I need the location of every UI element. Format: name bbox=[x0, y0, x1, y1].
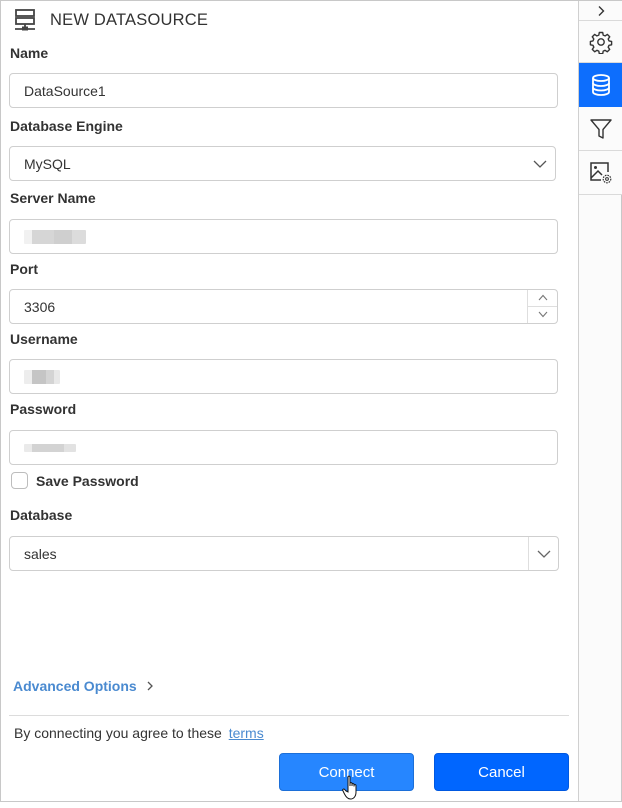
chevron-right-icon bbox=[598, 5, 604, 16]
terms-link[interactable]: terms bbox=[229, 725, 264, 741]
username-redacted-value bbox=[24, 369, 60, 384]
username-label: Username bbox=[10, 331, 78, 347]
port-spinner bbox=[527, 290, 557, 323]
chevron-down-icon bbox=[533, 160, 547, 168]
port-decrement-button[interactable] bbox=[528, 307, 557, 324]
cancel-button[interactable]: Cancel bbox=[434, 753, 569, 791]
database-label: Database bbox=[10, 507, 73, 523]
terms-text: By connecting you agree to these bbox=[14, 725, 222, 741]
hand-pointer-cursor-icon bbox=[342, 775, 357, 800]
datasource-server-icon bbox=[15, 9, 35, 31]
port-label: Port bbox=[10, 261, 38, 277]
terms-row: By connecting you agree to these terms bbox=[14, 725, 264, 741]
name-label: Name bbox=[10, 45, 49, 61]
toolbar-datasource-button[interactable] bbox=[579, 63, 622, 107]
port-value: 3306 bbox=[24, 298, 56, 315]
panel-title: NEW DATASOURCE bbox=[50, 10, 209, 29]
server-name-redacted-value bbox=[24, 229, 86, 244]
toolbar-image-settings-button[interactable] bbox=[579, 151, 622, 195]
right-toolbar bbox=[578, 1, 622, 801]
database-engine-select[interactable]: MySQL bbox=[9, 146, 556, 181]
password-label: Password bbox=[10, 401, 77, 417]
advanced-options-label: Advanced Options bbox=[13, 678, 137, 694]
port-increment-button[interactable] bbox=[528, 290, 557, 307]
toolbar-filter-button[interactable] bbox=[579, 107, 622, 151]
image-settings-icon bbox=[589, 161, 611, 183]
name-value: DataSource1 bbox=[24, 82, 106, 99]
password-input[interactable] bbox=[9, 430, 558, 465]
save-password-row[interactable]: Save Password bbox=[11, 472, 139, 489]
name-input[interactable]: DataSource1 bbox=[9, 73, 558, 108]
username-input[interactable] bbox=[9, 359, 558, 394]
save-password-checkbox[interactable] bbox=[11, 472, 28, 489]
chevron-down-icon bbox=[538, 311, 547, 318]
filter-icon bbox=[589, 118, 612, 139]
password-redacted-value bbox=[24, 443, 76, 452]
database-engine-label: Database Engine bbox=[10, 118, 123, 134]
advanced-options-link[interactable]: Advanced Options bbox=[13, 678, 155, 694]
server-name-input[interactable] bbox=[9, 219, 558, 254]
footer-divider bbox=[9, 715, 569, 716]
chevron-right-icon bbox=[147, 681, 153, 691]
database-icon bbox=[591, 73, 610, 96]
toolbar-collapse-button[interactable] bbox=[579, 1, 622, 21]
panel-header: NEW DATASOURCE bbox=[13, 7, 208, 33]
database-select[interactable]: sales bbox=[9, 536, 559, 571]
database-dropdown-button[interactable] bbox=[528, 537, 558, 570]
save-password-label: Save Password bbox=[36, 472, 139, 489]
gear-icon bbox=[589, 31, 612, 54]
chevron-up-icon bbox=[538, 294, 547, 301]
toolbar-settings-button[interactable] bbox=[579, 21, 622, 63]
new-datasource-panel: NEW DATASOURCE Name DataSource1 Database… bbox=[1, 1, 578, 801]
database-value: sales bbox=[24, 545, 57, 562]
port-input[interactable]: 3306 bbox=[9, 289, 558, 324]
chevron-down-icon bbox=[537, 550, 550, 558]
server-name-label: Server Name bbox=[10, 190, 96, 206]
database-engine-value: MySQL bbox=[24, 155, 71, 172]
